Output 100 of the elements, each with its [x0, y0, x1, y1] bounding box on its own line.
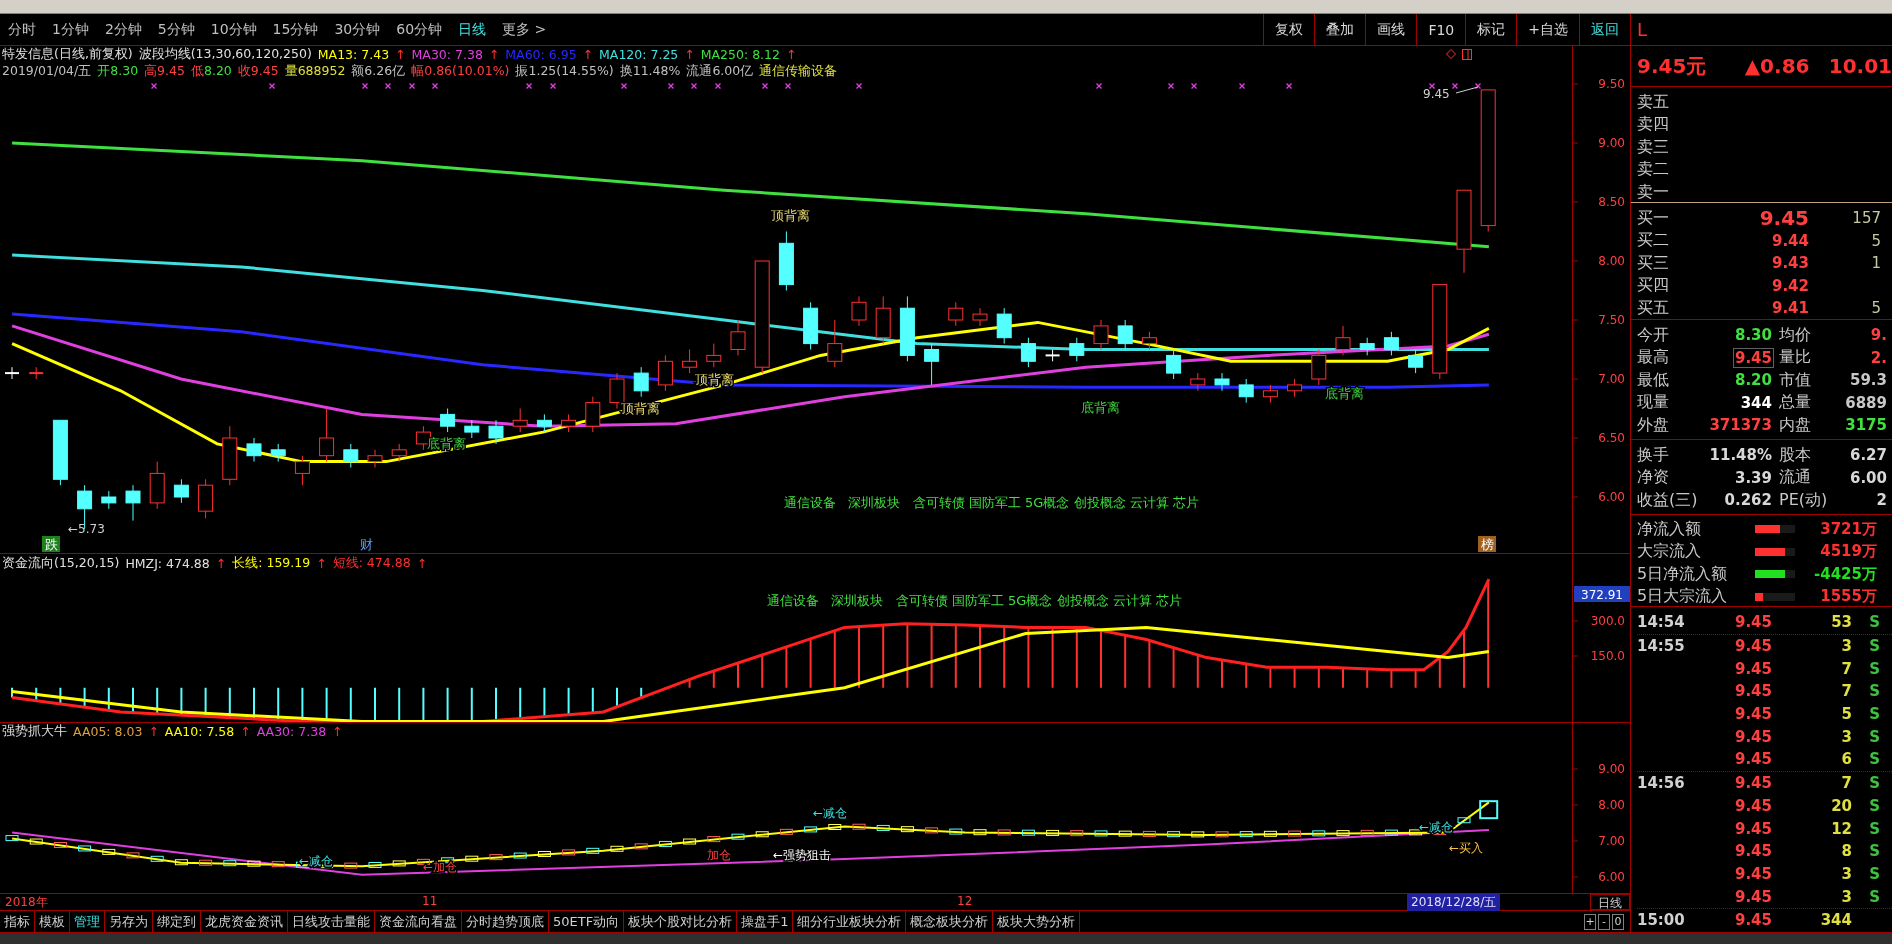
- chart-title: 特发信息(日线,前复权): [2, 46, 133, 63]
- candle: [173, 478, 189, 504]
- x-mark-icon: [761, 82, 769, 90]
- period-tab[interactable]: 分时: [0, 14, 44, 45]
- quote-item: 额6.26亿: [351, 63, 406, 80]
- candle: [1141, 331, 1157, 350]
- cursor-date: 2018/12/28/五: [1407, 894, 1501, 911]
- candle: [657, 354, 673, 392]
- event-marker[interactable]: 财: [357, 536, 375, 552]
- candle: [972, 307, 988, 327]
- tick-volume: 20: [1830, 796, 1852, 815]
- tick-volume: 7: [1840, 682, 1852, 701]
- tick-price: 9.45: [1734, 659, 1772, 678]
- bid-price: 9.44: [1771, 231, 1809, 250]
- stat-label: 市值: [1779, 369, 1812, 391]
- stat-value: 11.48%: [1708, 446, 1773, 465]
- quote-item: 幅0.86(10.01%): [411, 63, 510, 80]
- stat-value: 2: [1876, 491, 1887, 510]
- period-tab[interactable]: 1分钟: [44, 14, 97, 45]
- event-marker[interactable]: 榜: [1478, 536, 1496, 552]
- tick-volume: 344: [1819, 911, 1852, 930]
- stat-label: 净资: [1637, 467, 1670, 489]
- flow-label: 净流入额: [1637, 518, 1702, 540]
- x-mark-icon: [620, 82, 628, 90]
- legend-value: MA60: 6.95: [505, 47, 577, 62]
- tick-side: S: [1868, 637, 1880, 656]
- candle: [367, 449, 383, 468]
- candle: [246, 437, 262, 463]
- legend-value: MA30: 7.38: [411, 47, 483, 62]
- quote-item: 2019/01/04/五: [2, 63, 92, 80]
- tick-volume: 3: [1840, 887, 1852, 906]
- zoom-button[interactable]: +: [1584, 913, 1596, 930]
- rise-arrow: ↑: [582, 47, 594, 62]
- candle: [512, 408, 528, 433]
- zoom-button[interactable]: 0: [1612, 913, 1624, 930]
- candle: [585, 396, 601, 433]
- x-mark-icon: [1238, 82, 1246, 90]
- candle: [1190, 372, 1206, 392]
- signal-label: ←买入: [1448, 841, 1484, 855]
- candle: [1069, 337, 1085, 362]
- change-percent: 10.01: [1828, 54, 1892, 78]
- candle: [1335, 325, 1351, 356]
- period-tab[interactable]: 2分钟: [96, 14, 150, 45]
- quote-item: 量688952: [284, 63, 346, 80]
- tick-price: 9.45: [1734, 774, 1772, 793]
- flow-value: -4425万: [1813, 564, 1877, 584]
- divergence-label: 底背离: [1080, 400, 1120, 415]
- tick-price: 9.45: [1734, 842, 1772, 861]
- tick-side: S: [1868, 864, 1880, 883]
- period-tab[interactable]: 15分钟: [264, 14, 327, 45]
- bid-label: 买四: [1637, 275, 1670, 297]
- event-marker[interactable]: 跌: [42, 536, 60, 552]
- stat-value: 2.: [1870, 348, 1887, 367]
- tick-volume: 8: [1840, 842, 1852, 861]
- candle: [803, 301, 819, 350]
- legend-value: MA120: 7.25: [599, 47, 679, 62]
- rise-arrow: ↑: [488, 47, 500, 62]
- candle: [222, 425, 238, 486]
- tick-volume: 3: [1840, 727, 1852, 746]
- tick-side: S: [1868, 887, 1880, 906]
- panel-icon[interactable]: [1462, 49, 1472, 60]
- tick-volume: 7: [1840, 774, 1852, 793]
- tick-volume: 3: [1840, 864, 1852, 883]
- period-tab[interactable]: 30分钟: [326, 14, 389, 45]
- tick-volume: 6: [1840, 750, 1852, 769]
- x-mark-icon: [1451, 82, 1459, 90]
- signal-label: 加仓: [707, 848, 731, 862]
- tick-price: 9.45: [1734, 682, 1772, 701]
- period-tab[interactable]: 10分钟: [202, 14, 265, 45]
- stat-label: 现量: [1637, 392, 1670, 414]
- period-tab[interactable]: 5分钟: [149, 14, 203, 45]
- candle: [1262, 384, 1278, 404]
- stat-label: 最高: [1637, 347, 1670, 369]
- divergence-label: 底背离: [1324, 386, 1364, 401]
- period-tab[interactable]: 日线: [450, 14, 495, 45]
- candle: [488, 419, 504, 445]
- price-tick: 8.00: [1598, 254, 1625, 268]
- bid-price: 9.41: [1771, 299, 1809, 318]
- zoom-button[interactable]: -: [1598, 913, 1610, 930]
- x-mark-icon: [855, 82, 863, 90]
- candle: [948, 301, 964, 327]
- period-tab[interactable]: 更多 >: [494, 14, 555, 45]
- signal-label: ←加仓: [422, 860, 458, 874]
- candle: [730, 319, 746, 356]
- x-mark-icon: [714, 82, 722, 90]
- value-tick: 9.00: [1598, 762, 1625, 776]
- tick-side: S: [1868, 774, 1880, 793]
- value-tick: 7.00: [1598, 834, 1625, 848]
- ask-label: 卖五: [1637, 91, 1669, 113]
- tick-side: S: [1868, 750, 1880, 769]
- x-mark-icon: [150, 82, 158, 90]
- candle: [851, 295, 867, 327]
- candle: [1287, 378, 1303, 398]
- stat-label: 内盘: [1779, 414, 1812, 436]
- candle: [1238, 378, 1254, 404]
- candle: [536, 413, 552, 433]
- tick-price: 9.45: [1734, 637, 1772, 656]
- tick-volume: 12: [1830, 819, 1852, 838]
- period-tab[interactable]: 60分钟: [388, 14, 451, 45]
- rise-arrow: ↑: [316, 556, 327, 571]
